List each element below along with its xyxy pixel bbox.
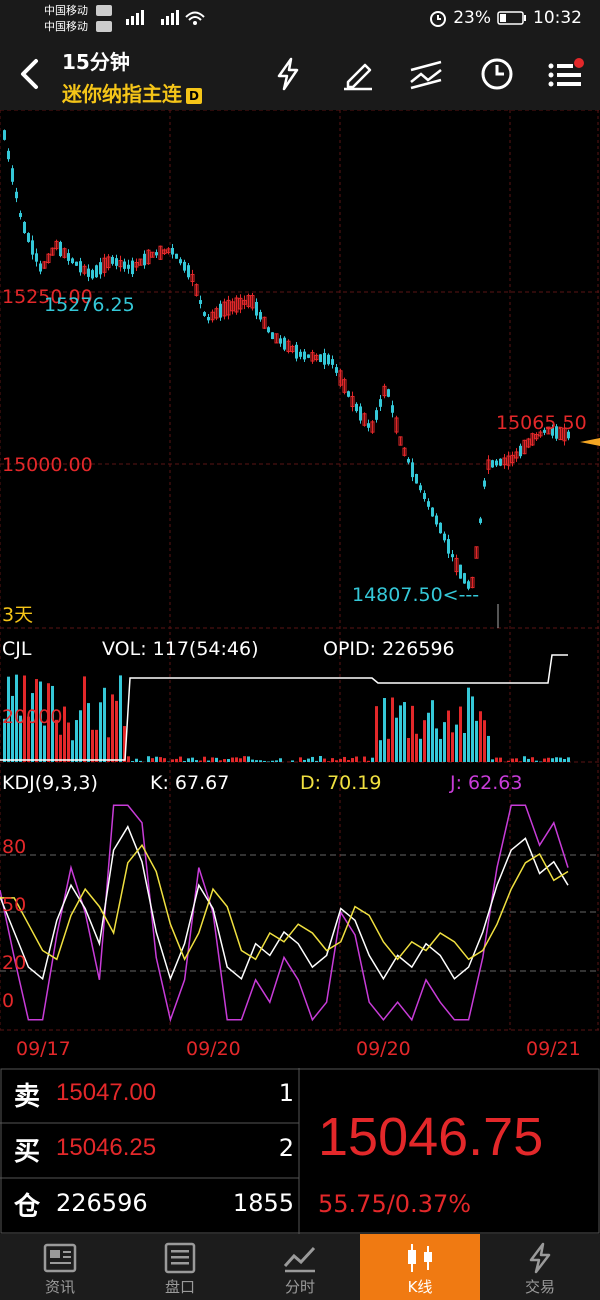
candlestick-icon [408,1244,432,1272]
battery-percent: 23% [453,8,491,28]
x-axis-label-1: 09/17 [16,1038,71,1060]
volume-level: 20000 [2,706,63,728]
sell-label: 卖 [14,1082,41,1112]
kdj-level-20: 20 [2,952,27,974]
nav-kline[interactable]: K线 [360,1234,480,1300]
nav-news-label: 资讯 [44,1278,75,1296]
price-peak-label: 15276.25 [44,294,135,316]
open-interest-row: 仓 226596 1855 [0,1178,298,1232]
price-low-label: 14807.50<--- [352,584,480,606]
kdj-level-0: 0 [2,990,15,1012]
indicator-button[interactable] [408,56,444,92]
back-button[interactable] [12,56,48,92]
instrument-badge: D [186,87,202,104]
oi-change: 1855 [232,1189,294,1217]
buy-row[interactable]: 买 15046.25 2 [0,1123,298,1177]
buy-qty: 2 [278,1134,294,1162]
status-bar: 中国移动 中国移动 23% 10:32 [0,0,600,38]
bottom-nav: 资讯 盘口 分时 K线 交易 [0,1234,600,1300]
status-right: 23% 10:32 [429,8,582,28]
chart-canvas [0,110,600,1031]
kdj-d-value: D: 70.19 [300,772,382,794]
buy-label: 买 [14,1137,41,1167]
nav-timeshare-label: 分时 [284,1278,315,1296]
hd-icon [96,5,206,37]
app-header: 15分钟 迷你纳指主连 D [0,38,600,110]
instrument-title[interactable]: 迷你纳指主连 D [62,78,202,107]
menu-button[interactable] [546,56,584,92]
kdj-j-value: J: 62.63 [450,772,523,794]
carrier-2: 中国移动 [44,20,88,33]
nav-trade[interactable]: 交易 [480,1234,600,1300]
nav-kline-label: K线 [407,1278,433,1296]
trend-icon [283,1246,316,1273]
oi-value: 226596 [56,1189,148,1217]
alarm-icon [430,11,447,27]
volume-title: CJL [2,638,32,660]
draw-button[interactable] [340,56,376,92]
kdj-level-80: 80 [2,836,27,858]
period-button[interactable] [479,56,515,92]
opid-value: OPID: 226596 [323,638,455,660]
kdj-k-value: K: 67.67 [150,772,230,794]
list-icon [164,1242,196,1274]
x-axis-label-4: 09/21 [526,1038,581,1060]
kdj-level-50: 50 [2,894,27,916]
lightning-icon [277,57,299,91]
nav-orderbook-label: 盘口 [164,1278,195,1296]
line-chart-icon [410,60,442,90]
instrument-name: 迷你纳指主连 [62,82,182,106]
clock-icon [481,58,513,90]
sell-row[interactable]: 卖 15047.00 1 [0,1068,298,1122]
oi-label: 仓 [14,1192,41,1222]
buy-price: 15046.25 [56,1134,157,1161]
x-axis-label-2: 09/20 [186,1038,241,1060]
flash-button[interactable] [270,56,306,92]
price-change: 55.75/0.37% [318,1190,472,1218]
last-price: 15046.75 [318,1107,544,1167]
range-label: 3天 [2,604,34,626]
kdj-title: KDJ(9,3,3) [2,772,98,794]
carrier-1: 中国移动 [44,4,88,17]
quote-panel: 卖 15047.00 1 买 15046.25 2 仓 226596 1855 … [0,1068,600,1234]
chart-area[interactable]: 15250.00 15276.25 15000.00 15065.50 1480… [0,110,600,1068]
x-axis-label-3: 09/20 [356,1038,411,1060]
menu-icon [548,58,584,87]
sell-qty: 1 [278,1079,294,1107]
nav-timeshare[interactable]: 分时 [240,1234,360,1300]
nav-orderbook[interactable]: 盘口 [120,1234,240,1300]
pencil-icon [344,63,372,91]
lightning-icon [529,1242,551,1274]
battery-icon [497,11,526,25]
chevron-left-icon [21,59,38,89]
news-icon [43,1243,77,1273]
price-level-2: 15000.00 [2,454,93,476]
nav-trade-label: 交易 [524,1278,555,1296]
nav-news[interactable]: 资讯 [0,1234,120,1300]
sell-price: 15047.00 [56,1079,157,1106]
clock: 10:32 [533,8,582,28]
price-high-label: 15065.50 [496,412,587,434]
volume-value: VOL: 117(54:46) [102,638,259,660]
period-title: 15分钟 [62,50,130,74]
